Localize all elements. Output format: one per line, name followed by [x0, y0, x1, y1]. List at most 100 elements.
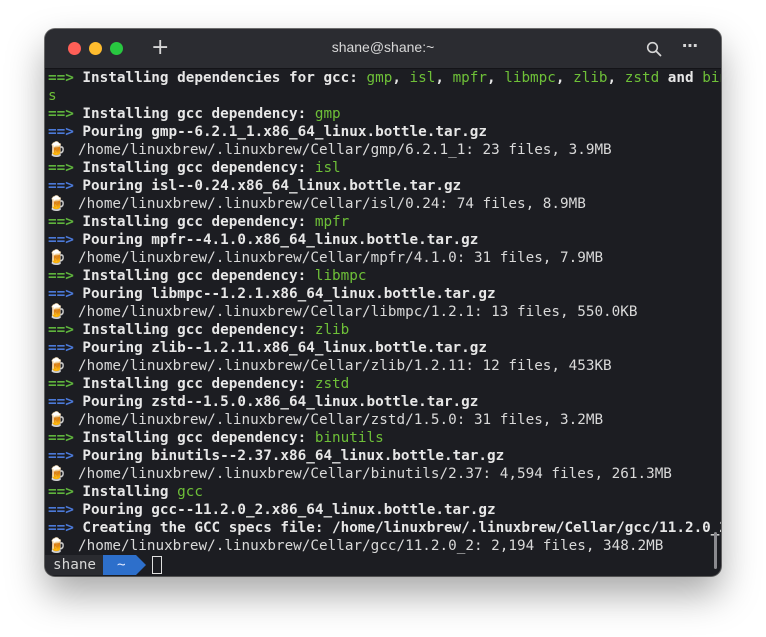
window-title: shane@shane:~: [331, 39, 435, 55]
line-text: Pouring zstd--1.5.0.x86_64_linux.bottle.…: [73, 394, 479, 410]
arrow-marker: ==>: [48, 160, 74, 176]
arrow-marker: ==>: [48, 232, 74, 248]
arrow-marker: ==>: [48, 322, 74, 338]
line-text: Installing gcc dependency:: [73, 376, 315, 392]
package-name: binutils: [314, 430, 384, 446]
line-text: /home/linuxbrew/.linuxbrew/Cellar/isl/0.…: [78, 196, 586, 212]
terminal-line: 🍺 /home/linuxbrew/.linuxbrew/Cellar/libmp…: [45, 303, 721, 321]
line-text: Pouring mpfr--4.1.0.x86_64_linux.bottle.…: [73, 232, 479, 248]
more-options-icon[interactable]: ⋯: [682, 36, 699, 55]
line-text: Installing gcc dependency:: [73, 268, 315, 284]
arrow-marker: ==>: [48, 520, 74, 536]
arrow-marker: ==>: [48, 394, 74, 410]
terminal-line: ==> Installing gcc dependency: isl: [45, 159, 721, 177]
terminal-line: ==> Installing gcc: [45, 483, 721, 501]
beer-icon: 🍺: [48, 466, 66, 482]
package-name: zstd: [314, 376, 350, 392]
package-name: zlib: [314, 322, 350, 338]
arrow-marker: ==>: [48, 340, 74, 356]
package-name: libmpc: [314, 268, 367, 284]
terminal-line: ==> Creating the GCC specs file: /home/l…: [45, 519, 721, 537]
line-text: Installing dependencies for gcc:: [73, 70, 367, 86]
arrow-marker: ==>: [48, 106, 74, 122]
terminal-line: 🍺 /home/linuxbrew/.linuxbrew/Cellar/isl/0…: [45, 195, 721, 213]
beer-icon: 🍺: [48, 304, 66, 320]
line-text: Pouring gmp--6.2.1_1.x86_64_linux.bottle…: [73, 124, 487, 140]
beer-icon: 🍺: [48, 358, 66, 374]
terminal-line: s: [45, 87, 721, 105]
beer-icon: 🍺: [48, 142, 66, 158]
search-icon[interactable]: [646, 41, 662, 57]
package-name: gmp: [314, 106, 341, 122]
beer-icon: 🍺: [48, 250, 66, 266]
beer-icon: 🍺: [48, 196, 66, 212]
terminal-line: ==> Pouring gcc--11.2.0_2.x86_64_linux.b…: [45, 501, 721, 519]
arrow-marker: ==>: [48, 124, 74, 140]
terminal-line: 🍺 /home/linuxbrew/.linuxbrew/Cellar/binut…: [45, 465, 721, 483]
line-text: /home/linuxbrew/.linuxbrew/Cellar/zstd/1…: [78, 412, 604, 428]
line-text: /home/linuxbrew/.linuxbrew/Cellar/gcc/11…: [78, 538, 664, 554]
terminal-output[interactable]: ==> Installing dependencies for gcc: gmp…: [45, 69, 721, 575]
terminal-line: ==> Pouring isl--0.24.x86_64_linux.bottl…: [45, 177, 721, 195]
scrollbar[interactable]: [714, 532, 717, 569]
line-text: /home/linuxbrew/.linuxbrew/Cellar/libmpc…: [78, 304, 638, 320]
terminal-line: ==> Installing gcc dependency: mpfr: [45, 213, 721, 231]
terminal-line: ==> Pouring gmp--6.2.1_1.x86_64_linux.bo…: [45, 123, 721, 141]
arrow-marker: ==>: [48, 268, 74, 284]
package-name: gcc: [177, 484, 203, 500]
arrow-marker: ==>: [48, 376, 74, 392]
arrow-marker: ==>: [48, 286, 74, 302]
arrow-marker: ==>: [48, 448, 74, 464]
beer-icon: 🍺: [48, 538, 66, 554]
line-text: Installing gcc dependency:: [73, 214, 315, 230]
package-name: isl: [314, 160, 341, 176]
terminal-line: ==> Pouring binutils--2.37.x86_64_linux.…: [45, 447, 721, 465]
terminal-line: 🍺 /home/linuxbrew/.linuxbrew/Cellar/zstd/…: [45, 411, 721, 429]
package-name: mpfr: [314, 214, 350, 230]
terminal-line: ==> Installing gcc dependency: zstd: [45, 375, 721, 393]
prompt-directory: ~: [103, 555, 146, 575]
line-text: Installing gcc dependency:: [73, 160, 315, 176]
line-text: s: [48, 88, 57, 104]
arrow-marker: ==>: [48, 178, 74, 194]
line-text: /home/linuxbrew/.linuxbrew/Cellar/zlib/1…: [78, 358, 612, 374]
line-text: Installing: [73, 484, 178, 500]
arrow-marker: ==>: [48, 214, 74, 230]
arrow-marker: ==>: [48, 430, 74, 446]
terminal-line: ==> Pouring zlib--1.2.11.x86_64_linux.bo…: [45, 339, 721, 357]
terminal-line: 🍺 /home/linuxbrew/.linuxbrew/Cellar/zlib/…: [45, 357, 721, 375]
line-text: Pouring libmpc--1.2.1.x86_64_linux.bottl…: [73, 286, 496, 302]
package-list: gmp, isl, mpfr, libmpc, zlib, zstd and b…: [366, 70, 721, 86]
arrow-marker: ==>: [48, 70, 74, 86]
prompt-line[interactable]: shane ~: [45, 555, 721, 575]
terminal-line: 🍺 /home/linuxbrew/.linuxbrew/Cellar/gmp/6…: [45, 141, 721, 159]
terminal-line: ==> Installing gcc dependency: zlib: [45, 321, 721, 339]
line-text: Pouring gcc--11.2.0_2.x86_64_linux.bottl…: [73, 502, 496, 518]
arrow-marker: ==>: [48, 502, 74, 518]
terminal-line: ==> Installing dependencies for gcc: gmp…: [45, 69, 721, 87]
terminal-line: ==> Pouring mpfr--4.1.0.x86_64_linux.bot…: [45, 231, 721, 249]
terminal-line: ==> Installing gcc dependency: binutils: [45, 429, 721, 447]
line-text: Creating the GCC specs file: /home/linux…: [73, 520, 721, 536]
terminal-line: ==> Installing gcc dependency: libmpc: [45, 267, 721, 285]
line-text: /home/linuxbrew/.linuxbrew/Cellar/mpfr/4…: [78, 250, 604, 266]
terminal-line: ==> Installing gcc dependency: gmp: [45, 105, 721, 123]
line-text: Pouring binutils--2.37.x86_64_linux.bott…: [73, 448, 505, 464]
terminal-line: 🍺 /home/linuxbrew/.linuxbrew/Cellar/gcc/1…: [45, 537, 721, 555]
line-text: Pouring isl--0.24.x86_64_linux.bottle.ta…: [73, 178, 462, 194]
terminal-line: ==> Pouring zstd--1.5.0.x86_64_linux.bot…: [45, 393, 721, 411]
beer-icon: 🍺: [48, 412, 66, 428]
terminal-line: ==> Pouring libmpc--1.2.1.x86_64_linux.b…: [45, 285, 721, 303]
line-text: Pouring zlib--1.2.11.x86_64_linux.bottle…: [73, 340, 487, 356]
terminal-line: 🍺 /home/linuxbrew/.linuxbrew/Cellar/mpfr/…: [45, 249, 721, 267]
arrow-marker: ==>: [48, 484, 74, 500]
title-bar: + shane@shane:~ ⋯: [45, 29, 721, 69]
line-text: Installing gcc dependency:: [73, 106, 315, 122]
line-text: Installing gcc dependency:: [73, 430, 315, 446]
text-cursor: [151, 556, 162, 574]
line-text: /home/linuxbrew/.linuxbrew/Cellar/binuti…: [78, 466, 672, 482]
prompt-user: shane: [45, 555, 104, 575]
line-text: Installing gcc dependency:: [73, 322, 315, 338]
line-text: /home/linuxbrew/.linuxbrew/Cellar/gmp/6.…: [78, 142, 612, 158]
terminal-window: + shane@shane:~ ⋯ ==> Installing depende…: [45, 29, 721, 576]
